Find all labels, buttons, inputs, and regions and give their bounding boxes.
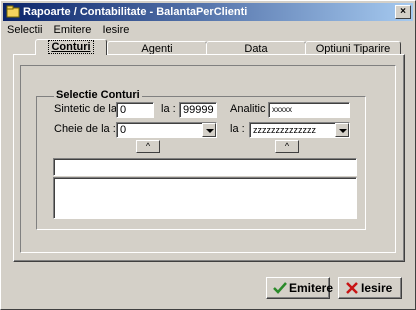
- cheie-from-up-button[interactable]: ^: [136, 140, 160, 153]
- tab-conturi-label: Conturi: [48, 40, 94, 54]
- menu-bar: Selectii Emitere Iesire: [3, 22, 413, 39]
- close-button[interactable]: ×: [395, 5, 411, 19]
- menu-emitere[interactable]: Emitere: [50, 22, 96, 39]
- sintetic-to-input[interactable]: 99999: [179, 102, 217, 118]
- up-arrow-icon: ^: [284, 141, 290, 151]
- emitere-label: Emitere: [289, 281, 334, 295]
- menu-iesire[interactable]: Iesire: [99, 22, 134, 39]
- analitic-input[interactable]: xxxxx: [268, 102, 350, 118]
- menu-selectii[interactable]: Selectii: [3, 22, 46, 39]
- close-icon: ×: [400, 6, 406, 17]
- iesire-label: Iesire: [361, 281, 393, 295]
- app-window: Rapoarte / Contabilitate - BalantaPerCli…: [0, 0, 416, 310]
- result-list[interactable]: [53, 177, 357, 219]
- analitic-label: Analitic :: [230, 103, 272, 115]
- iesire-button[interactable]: Iesire: [338, 277, 402, 299]
- emitere-button[interactable]: Emitere: [266, 277, 334, 299]
- red-x-icon: [346, 282, 358, 294]
- checkmark-icon: [273, 282, 287, 294]
- sintetic-from-input[interactable]: 0: [116, 102, 154, 118]
- cheie-label: Cheie de la :: [54, 123, 116, 135]
- cheie-to-combo[interactable]: zzzzzzzzzzzzzz: [249, 122, 350, 138]
- la-label-2: la :: [230, 123, 245, 135]
- cheie-to-value: zzzzzzzzzzzzzz: [253, 125, 316, 135]
- folder-app-icon: [6, 5, 20, 18]
- window-title: Rapoarte / Contabilitate - BalantaPerCli…: [23, 6, 248, 18]
- header-field[interactable]: [53, 158, 357, 176]
- cheie-to-up-button[interactable]: ^: [275, 140, 299, 153]
- group-title: Selectie Conturi: [54, 89, 142, 101]
- la-label-1: la :: [161, 103, 176, 115]
- title-bar[interactable]: Rapoarte / Contabilitate - BalantaPerCli…: [3, 3, 413, 21]
- chevron-down-icon[interactable]: [202, 123, 216, 137]
- cheie-from-combo[interactable]: 0: [116, 122, 217, 138]
- up-arrow-icon: ^: [145, 141, 151, 151]
- cheie-from-value: 0: [120, 124, 127, 136]
- sintetic-label: Sintetic de la :: [54, 103, 124, 115]
- chevron-down-icon[interactable]: [335, 123, 349, 137]
- tab-conturi[interactable]: Conturi: [35, 39, 107, 55]
